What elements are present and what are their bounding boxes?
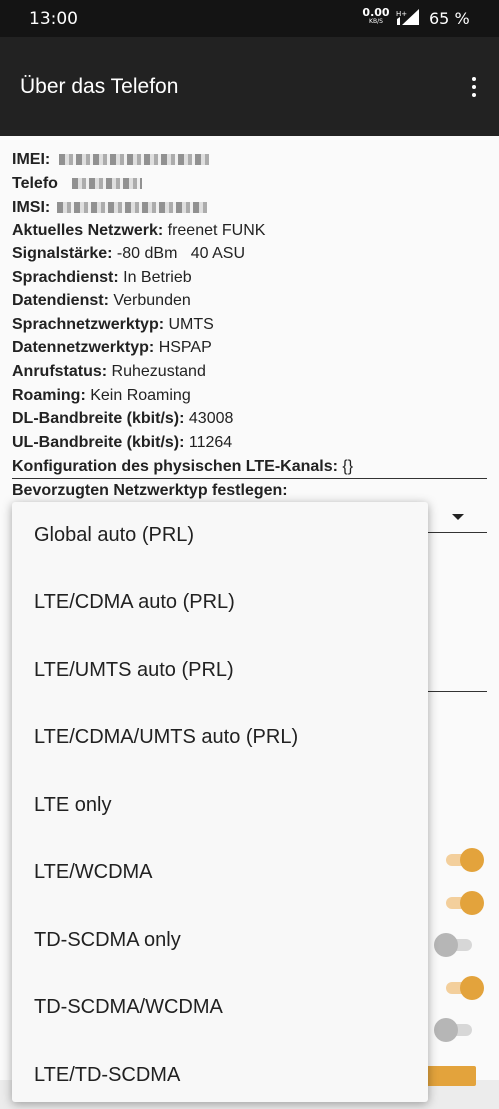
preferred-network-label: Bevorzugten Netzwerktyp festlegen:: [12, 482, 288, 499]
roaming-value: Kein Roaming: [85, 387, 191, 404]
imsi-redacted: [56, 202, 207, 214]
signal-value: -80 dBm 40 ASU: [112, 245, 245, 262]
call-row: Anrufstatus: Ruhezustand: [12, 361, 206, 383]
voice-row: Sprachdienst: In Betrieb: [12, 267, 192, 289]
dropdown-option[interactable]: Global auto (PRL): [12, 502, 428, 569]
data-type-row: Datennetzwerktyp: HSPAP: [12, 337, 212, 359]
ul-row: UL-Bandbreite (kbit/s): 11264: [12, 432, 232, 454]
lte-config-value: {}: [337, 458, 354, 475]
imsi-row: IMSI:: [12, 197, 207, 219]
phone-redacted: [72, 178, 143, 190]
dropdown-option[interactable]: LTE/TD-SCDMA: [12, 1042, 428, 1109]
data-type-label: Datennetzwerktyp:: [12, 339, 155, 356]
network-label: Aktuelles Netzwerk:: [12, 222, 164, 239]
dropdown-option[interactable]: TD-SCDMA only: [12, 907, 428, 974]
toggle-switch-5[interactable]: [434, 1017, 476, 1043]
lte-config-underline: [12, 478, 487, 479]
dl-row: DL-Bandbreite (kbit/s): 43008: [12, 408, 233, 430]
network-row: Aktuelles Netzwerk: freenet FUNK: [12, 220, 265, 242]
voice-type-row: Sprachnetzwerktyp: UMTS: [12, 314, 214, 336]
voice-type-label: Sprachnetzwerktyp:: [12, 316, 165, 333]
network-value: freenet FUNK: [163, 222, 266, 239]
voice-type-value: UMTS: [164, 316, 214, 333]
more-vert-icon[interactable]: [462, 75, 486, 99]
app-toolbar: Über das Telefon: [0, 37, 499, 136]
page-title: Über das Telefon: [20, 75, 179, 98]
signal-row: Signalstärke: -80 dBm 40 ASU: [12, 243, 245, 265]
toggle-switch-2[interactable]: [442, 890, 484, 916]
phone-row: Telefo: [12, 173, 143, 195]
dl-value: 43008: [184, 410, 234, 427]
roaming-label: Roaming:: [12, 387, 86, 404]
dropdown-option[interactable]: LTE/UMTS auto (PRL): [12, 637, 428, 704]
toggle-switch-3[interactable]: [434, 932, 476, 958]
toggle-switch-1[interactable]: [442, 847, 484, 873]
dropdown-option[interactable]: TD-SCDMA/WCDMA: [12, 974, 428, 1041]
dropdown-option[interactable]: LTE only: [12, 772, 428, 839]
call-value: Ruhezustand: [107, 363, 206, 380]
call-label: Anrufstatus:: [12, 363, 108, 380]
roaming-row: Roaming: Kein Roaming: [12, 385, 191, 407]
signal-label: Signalstärke:: [12, 245, 113, 262]
battery-level: 65 %: [429, 9, 470, 28]
imei-row: IMEI:: [12, 149, 209, 171]
dl-label: DL-Bandbreite (kbit/s):: [12, 410, 185, 427]
data-row: Datendienst: Verbunden: [12, 290, 191, 312]
lte-config-row: Konfiguration des physischen LTE-Kanals:…: [12, 456, 353, 478]
toggle-switch-4[interactable]: [442, 975, 484, 1001]
network-type-dropdown: Global auto (PRL) LTE/CDMA auto (PRL) LT…: [12, 502, 428, 1102]
svg-text:H+: H+: [396, 10, 407, 18]
network-speed-unit: KB/S: [369, 18, 383, 25]
data-value: Verbunden: [108, 292, 191, 309]
dropdown-arrow-icon[interactable]: [452, 514, 464, 520]
network-speed: 0.00 KB/S: [362, 7, 390, 25]
dropdown-option[interactable]: LTE/CDMA auto (PRL): [12, 569, 428, 636]
imei-redacted: [58, 154, 209, 166]
data-label: Datendienst:: [12, 292, 109, 309]
preferred-network-row: Bevorzugten Netzwerktyp festlegen:: [12, 480, 288, 502]
ul-label: UL-Bandbreite (kbit/s):: [12, 434, 185, 451]
network-speed-value: 0.00: [362, 6, 390, 19]
voice-value: In Betrieb: [118, 269, 192, 286]
lte-config-label: Konfiguration des physischen LTE-Kanals:: [12, 458, 338, 475]
imsi-label: IMSI:: [12, 199, 51, 216]
status-bar: 13:00 0.00 KB/S H+ 65 %: [0, 0, 499, 37]
dropdown-option[interactable]: LTE/CDMA/UMTS auto (PRL): [12, 704, 428, 771]
imei-label: IMEI:: [12, 151, 51, 168]
data-type-value: HSPAP: [154, 339, 212, 356]
status-time: 13:00: [29, 9, 78, 29]
signal-icon: H+: [396, 9, 424, 31]
phone-label: Telefo: [12, 175, 58, 192]
voice-label: Sprachdienst:: [12, 269, 119, 286]
ul-value: 11264: [184, 434, 233, 451]
action-button[interactable]: [426, 1066, 476, 1086]
dropdown-option[interactable]: LTE/WCDMA: [12, 839, 428, 906]
